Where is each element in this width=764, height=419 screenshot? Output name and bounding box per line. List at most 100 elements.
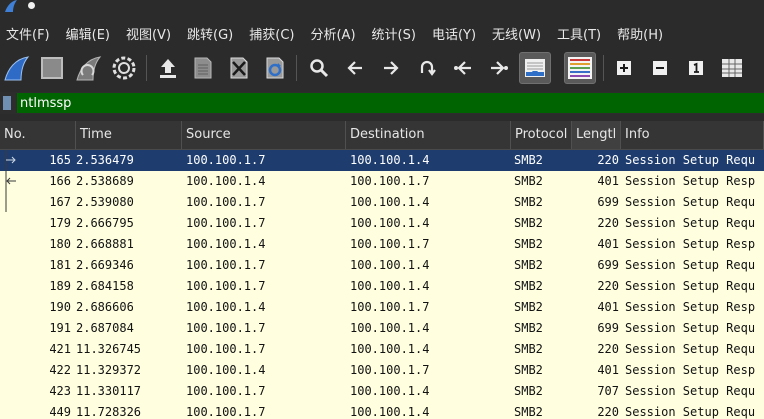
restart-capture-button[interactable] <box>73 52 105 84</box>
stop-capture-button[interactable] <box>36 52 68 84</box>
table-cell: 100.100.1.7 <box>186 405 266 419</box>
open-file-icon <box>160 59 176 78</box>
go-last-packet-button[interactable] <box>483 52 515 84</box>
table-cell: 401 <box>597 300 619 314</box>
table-cell: 191 <box>49 321 71 335</box>
table-row[interactable]: 449 11.728326 100.100.1.7 100.100.1.4 SMB2 22… <box>0 402 764 419</box>
table-cell: Session Setup Requ <box>625 342 756 356</box>
zoom-in-button[interactable] <box>608 52 640 84</box>
capture-options-button[interactable] <box>108 52 140 84</box>
start-capture-button[interactable] <box>1 52 33 84</box>
column-header[interactable]: Protocol <box>511 121 572 149</box>
table-cell: 100.100.1.7 <box>186 279 266 293</box>
table-cell: 100.100.1.4 <box>350 342 430 356</box>
go-to-packet-icon <box>420 60 436 76</box>
table-row[interactable]: 423 11.330117 100.100.1.7 100.100.1.4 SMB2 70… <box>0 381 764 402</box>
table-row[interactable]: 180 2.668881 100.100.1.4 100.100.1.7 SMB2 401… <box>0 234 764 255</box>
table-cell: 2.536479 <box>76 153 134 167</box>
table-cell: Session Setup Requ <box>625 384 756 398</box>
table-cell: 220 <box>597 405 619 419</box>
related-packet-indicator-icon <box>5 150 16 212</box>
menu-item[interactable]: 视图(V) <box>120 24 181 43</box>
column-header[interactable]: Lengtl <box>572 121 621 149</box>
table-cell: SMB2 <box>514 321 543 335</box>
bookmark-icon[interactable] <box>3 96 11 110</box>
reload-file-icon <box>266 57 284 79</box>
table-row[interactable]: 179 2.666795 100.100.1.7 100.100.1.4 SMB2 220… <box>0 213 764 234</box>
go-to-packet-button[interactable] <box>411 52 443 84</box>
find-packet-button[interactable] <box>303 52 335 84</box>
auto-scroll-button[interactable] <box>519 52 551 84</box>
restart-capture-icon <box>76 56 102 81</box>
menu-item[interactable]: 统计(S) <box>366 24 426 43</box>
table-cell: 421 <box>49 342 71 356</box>
column-header[interactable]: Destination <box>346 121 511 149</box>
table-cell: Session Setup Requ <box>625 258 756 272</box>
column-header[interactable]: Time <box>76 121 182 149</box>
table-row[interactable]: 422 11.329372 100.100.1.4 100.100.1.7 SMB2 40… <box>0 360 764 381</box>
table-cell: 699 <box>597 195 619 209</box>
table-row[interactable]: 167 2.539080 100.100.1.7 100.100.1.4 SMB2 699… <box>0 192 764 213</box>
table-row[interactable]: 191 2.687084 100.100.1.7 100.100.1.4 SMB2 699… <box>0 318 764 339</box>
stop-capture-icon <box>41 57 63 79</box>
table-row[interactable]: 165 2.536479 100.100.1.7 100.100.1.4 SMB2 220… <box>0 150 764 171</box>
table-cell: 220 <box>597 279 619 293</box>
reload-file-button[interactable] <box>259 52 291 84</box>
save-file-button[interactable] <box>187 52 219 84</box>
resize-columns-button[interactable] <box>716 52 748 84</box>
close-file-icon <box>230 57 248 79</box>
table-row[interactable]: 189 2.684158 100.100.1.7 100.100.1.4 SMB2 220… <box>0 276 764 297</box>
table-cell: SMB2 <box>514 363 543 377</box>
table-cell: 699 <box>597 258 619 272</box>
menu-item[interactable]: 编辑(E) <box>60 24 120 43</box>
table-cell: 100.100.1.7 <box>186 384 266 398</box>
toolbar-separator <box>146 55 147 81</box>
open-file-button[interactable] <box>152 52 184 84</box>
column-header[interactable]: Info <box>621 121 764 149</box>
go-forward-button[interactable] <box>375 52 407 84</box>
table-cell: 2.684158 <box>76 279 134 293</box>
table-row[interactable]: 421 11.326745 100.100.1.7 100.100.1.4 SMB2 22… <box>0 339 764 360</box>
colorize-icon <box>568 57 592 79</box>
table-cell: SMB2 <box>514 216 543 230</box>
column-header[interactable]: No. <box>0 121 76 149</box>
table-cell: 11.326745 <box>76 342 142 356</box>
table-cell: Session Setup Resp <box>625 237 756 251</box>
display-filter-input[interactable] <box>17 93 764 113</box>
menu-item[interactable]: 跳转(G) <box>181 24 243 43</box>
table-cell: 189 <box>49 279 71 293</box>
table-cell: 179 <box>49 216 71 230</box>
menu-item[interactable]: 文件(F) <box>0 24 60 43</box>
menu-item[interactable]: 工具(T) <box>551 24 611 43</box>
go-first-packet-icon <box>454 61 471 75</box>
table-cell: 100.100.1.7 <box>186 342 266 356</box>
table-cell: 707 <box>597 384 619 398</box>
close-file-button[interactable] <box>223 52 255 84</box>
window-dot-icon <box>28 2 35 9</box>
go-back-button[interactable] <box>339 52 371 84</box>
go-last-packet-icon <box>491 61 508 75</box>
packet-list: 165 2.536479 100.100.1.7 100.100.1.4 SMB2 220… <box>0 150 764 419</box>
go-back-icon <box>347 61 362 75</box>
colorize-button[interactable] <box>564 52 596 84</box>
table-row[interactable]: 166 2.538689 100.100.1.4 100.100.1.7 SMB2 401… <box>0 171 764 192</box>
menu-item[interactable]: 捕获(C) <box>243 24 304 43</box>
zoom-out-button[interactable] <box>644 52 676 84</box>
table-cell: 2.538689 <box>76 174 134 188</box>
table-cell: 401 <box>597 363 619 377</box>
table-cell: Session Setup Requ <box>625 279 756 293</box>
table-row[interactable]: 190 2.686606 100.100.1.4 100.100.1.7 SMB2 401… <box>0 297 764 318</box>
normal-size-button[interactable] <box>680 52 712 84</box>
column-header[interactable]: Source <box>182 121 346 149</box>
table-cell: Session Setup Resp <box>625 363 756 377</box>
table-cell: 2.666795 <box>76 216 134 230</box>
menu-item[interactable]: 分析(A) <box>304 24 365 43</box>
menu-item[interactable]: 帮助(H) <box>611 24 673 43</box>
menu-item[interactable]: 无线(W) <box>486 24 551 43</box>
table-cell: 100.100.1.4 <box>350 321 430 335</box>
save-file-icon <box>194 57 212 79</box>
table-row[interactable]: 181 2.669346 100.100.1.7 100.100.1.4 SMB2 699… <box>0 255 764 276</box>
go-first-packet-button[interactable] <box>447 52 479 84</box>
table-cell: SMB2 <box>514 342 543 356</box>
menu-item[interactable]: 电话(Y) <box>426 24 486 43</box>
